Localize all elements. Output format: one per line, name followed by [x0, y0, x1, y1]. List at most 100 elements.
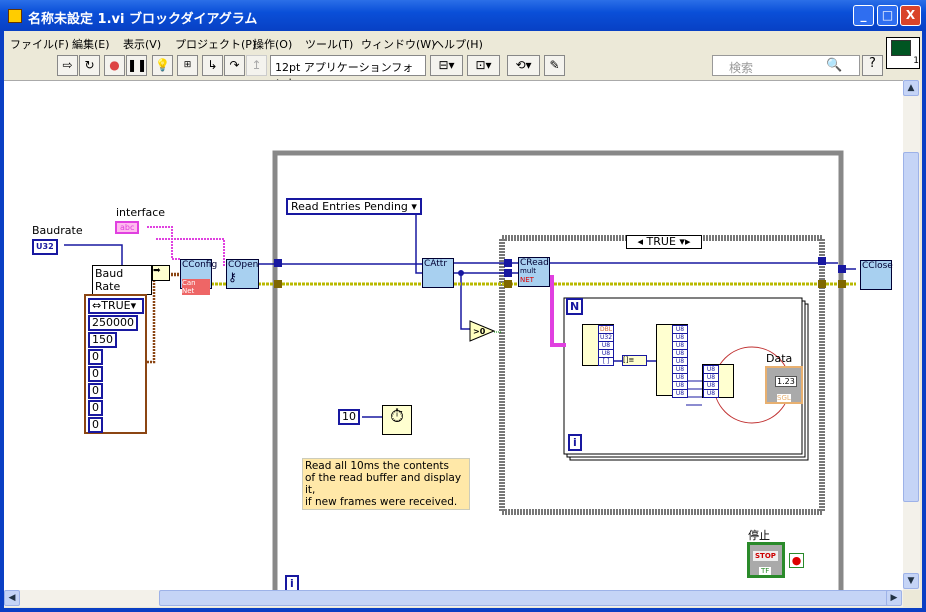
- help-button[interactable]: ?: [862, 55, 883, 76]
- loop-condition-stop-icon: ●: [789, 553, 804, 568]
- boolean-value: TRUE: [101, 299, 131, 312]
- cleanup-diagram-icon[interactable]: ✎: [544, 55, 565, 76]
- cluster-value[interactable]: 0: [88, 366, 103, 382]
- node-label: COpen: [228, 260, 259, 270]
- abort-icon[interactable]: ●: [104, 55, 125, 76]
- menu-help[interactable]: ヘルプ(H): [433, 36, 483, 52]
- stop-button[interactable]: STOP: [753, 551, 778, 561]
- close-button[interactable]: X: [900, 5, 921, 26]
- menu-bar: ファイル(F) 編集(E) 表示(V) プロジェクト(P) 操作(O) ツール(…: [4, 33, 884, 53]
- highlight-execution-icon[interactable]: 💡: [152, 55, 173, 76]
- menu-window[interactable]: ウィンドウ(W): [361, 36, 435, 52]
- cattr-node[interactable]: CAttr: [422, 258, 454, 288]
- stop-label: 停止: [748, 529, 770, 542]
- array-to-cluster-icon: []≡: [622, 355, 647, 366]
- cluster-value[interactable]: 0: [88, 383, 103, 399]
- property-enum[interactable]: Read Entries Pending ▾: [286, 198, 422, 215]
- build-number-node[interactable]: U8 U8 U8 U8: [702, 364, 734, 398]
- case-selector[interactable]: ◂ TRUE ▾▸: [626, 235, 702, 249]
- pause-icon[interactable]: ❚❚: [126, 55, 147, 76]
- cluster-boolean[interactable]: ⇔TRUE▾: [88, 298, 144, 314]
- for-loop-iteration: i: [568, 434, 582, 451]
- menu-operate[interactable]: 操作(O): [253, 36, 292, 52]
- interface-control[interactable]: abc: [115, 221, 140, 234]
- menu-file[interactable]: ファイル(F): [10, 36, 69, 52]
- search-icon[interactable]: 🔍: [826, 58, 842, 73]
- node-sublabel: Can Net: [182, 279, 210, 295]
- menu-view[interactable]: 表示(V): [123, 36, 161, 52]
- comment-label: Read all 10ms the contents of the read b…: [302, 458, 470, 510]
- node-net: NET: [520, 276, 534, 284]
- data-value: 1.23: [775, 376, 797, 387]
- case-value: TRUE: [646, 235, 676, 248]
- menu-edit[interactable]: 編集(E): [72, 36, 110, 52]
- compare-label: >0: [473, 327, 486, 336]
- run-continuously-icon[interactable]: ↻: [79, 55, 100, 76]
- run-arrow-icon[interactable]: ⇨: [57, 55, 78, 76]
- vi-icon[interactable]: 1: [886, 37, 920, 69]
- window-title: 名称未設定 1.vi ブロックダイアグラム: [28, 12, 258, 27]
- align-objects-icon[interactable]: ⊟▾: [430, 55, 463, 76]
- menu-project[interactable]: プロジェクト(P): [175, 36, 256, 52]
- window-body: ファイル(F) 編集(E) 表示(V) プロジェクト(P) 操作(O) ツール(…: [4, 31, 922, 608]
- comment-line: Read all 10ms the contents: [305, 460, 449, 472]
- vertical-scroll-thumb[interactable]: [903, 152, 919, 502]
- cluster-value[interactable]: 150: [88, 332, 117, 348]
- block-diagram[interactable]: Baudrate U32 interface abc Baud Rate ➡ ⇔…: [4, 80, 903, 590]
- labview-icon: [8, 9, 22, 23]
- step-out-icon[interactable]: ↥: [246, 55, 267, 76]
- minimize-button[interactable]: _: [853, 5, 874, 26]
- cluster-value[interactable]: 0: [88, 400, 103, 416]
- menu-tools[interactable]: ツール(T): [305, 36, 353, 52]
- node-sublabel: mult: [520, 267, 536, 275]
- cclose-node[interactable]: CClose: [860, 260, 893, 290]
- type-tag: U8: [672, 389, 688, 398]
- stop-type: TF: [759, 567, 772, 575]
- baudrate-label: Baudrate: [32, 224, 83, 237]
- reorder-icon[interactable]: ⟲▾: [507, 55, 540, 76]
- for-loop-count: N: [566, 298, 584, 315]
- data-label: Data: [766, 352, 793, 365]
- stop-control[interactable]: STOP TF: [747, 542, 785, 578]
- key-icon: ⚷: [228, 270, 237, 284]
- retain-wire-values-icon[interactable]: ⊞: [177, 55, 198, 76]
- baudrate-control[interactable]: U32: [32, 239, 58, 255]
- scroll-right-icon[interactable]: ▶: [886, 590, 902, 606]
- maximize-button[interactable]: □: [877, 5, 898, 26]
- horizontal-scrollbar[interactable]: ◀ ▶: [4, 590, 903, 607]
- comment-line: if new frames were received.: [305, 496, 458, 508]
- node-label: CConfig: [182, 260, 218, 270]
- scroll-up-icon[interactable]: ▲: [903, 80, 919, 96]
- copen-node[interactable]: COpen ⚷: [226, 259, 259, 289]
- wait-ms-constant[interactable]: 10: [338, 409, 360, 425]
- data-type: SGL: [777, 394, 791, 402]
- cluster-value[interactable]: 0: [88, 417, 103, 433]
- type-tag: U8: [703, 389, 719, 398]
- data-indicator[interactable]: 1.23 SGL: [765, 366, 803, 404]
- bundle-arrow-icon: ➡: [152, 265, 170, 281]
- enum-value: Read Entries Pending: [291, 200, 408, 213]
- cconfig-node[interactable]: CConfig Can Net: [180, 259, 217, 295]
- vi-icon-number: 1: [913, 56, 919, 66]
- cluster-value[interactable]: 0: [88, 349, 103, 365]
- comment-line: of the read buffer and display it,: [305, 472, 462, 496]
- distribute-objects-icon[interactable]: ⊡▾: [467, 55, 500, 76]
- interface-label: interface: [116, 206, 166, 219]
- while-loop-iteration: i: [285, 575, 299, 590]
- title-bar: 名称未設定 1.vi ブロックダイアグラム _ □ X: [0, 0, 926, 31]
- scroll-down-icon[interactable]: ▼: [903, 573, 919, 589]
- horizontal-scroll-thumb[interactable]: [159, 590, 889, 606]
- step-into-icon[interactable]: ↳: [202, 55, 223, 76]
- scroll-left-icon[interactable]: ◀: [4, 590, 20, 606]
- vertical-scrollbar[interactable]: ▲ ▼: [903, 80, 920, 590]
- unbundle-u8-node[interactable]: U8 U8 U8 U8 U8 U8 U8 U8 U8: [656, 324, 688, 398]
- toolbar: ⇨ ↻ ● ❚❚ 💡 ⊞ ↳ ↷ ↥ 12pt アプリケーションフォント ⊟▾ …: [4, 53, 884, 90]
- cluster-value[interactable]: 250000: [88, 315, 138, 331]
- cluster-constant[interactable]: ⇔TRUE▾ 250000 150 0 0 0 0 0: [84, 294, 147, 434]
- step-over-icon[interactable]: ↷: [224, 55, 245, 76]
- unbundle-node[interactable]: DBL U32 U8 U8 [ ]: [582, 324, 614, 366]
- font-dropdown[interactable]: 12pt アプリケーションフォント: [270, 55, 426, 90]
- bundle-by-name[interactable]: Baud Rate: [92, 265, 152, 295]
- metronome-wait-icon[interactable]: ⏱: [382, 405, 412, 435]
- cread-node[interactable]: CRead mult NET: [518, 257, 550, 287]
